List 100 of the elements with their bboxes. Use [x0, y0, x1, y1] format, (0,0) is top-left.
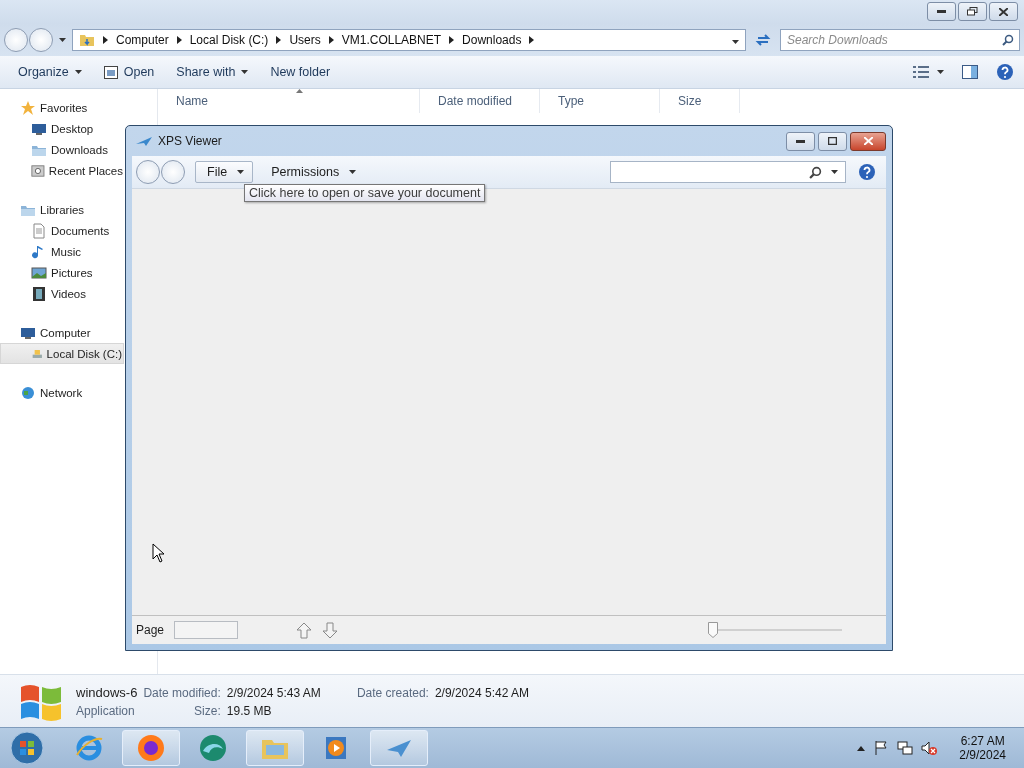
minimize-button[interactable] [786, 131, 815, 151]
chevron-icon [529, 36, 535, 44]
column-header[interactable]: Type [540, 89, 660, 113]
chevron-icon [276, 36, 282, 44]
view-list-icon[interactable] [913, 66, 929, 78]
search-icon [1002, 34, 1014, 46]
back-button[interactable] [136, 160, 160, 184]
ie-logo-icon[interactable] [74, 733, 104, 763]
caret-icon [74, 70, 82, 74]
search-icon [809, 166, 822, 179]
sidebar-item[interactable]: Music [0, 241, 83, 262]
breadcrumb-item[interactable]: Local Disk (C:) [189, 33, 269, 47]
minimize-button[interactable] [927, 2, 956, 21]
maximize-icon [828, 137, 837, 145]
picture-icon [31, 264, 47, 281]
file-name: windows-6 [76, 685, 138, 700]
firefox-logo-icon[interactable] [136, 733, 166, 763]
restore-button[interactable] [958, 2, 987, 21]
menu-button[interactable]: Permissions [259, 161, 366, 183]
windows-logo-icon [10, 731, 44, 765]
sidebar-item[interactable]: Videos [0, 283, 87, 304]
help-icon[interactable] [996, 63, 1014, 81]
arrow-up-icon[interactable] [296, 621, 313, 639]
column-header[interactable]: Size [660, 89, 740, 113]
sidebar-item[interactable]: Recent Places [0, 160, 124, 181]
search-field[interactable] [610, 161, 846, 183]
preview-pane-icon[interactable] [962, 65, 978, 79]
forward-button[interactable] [29, 28, 53, 52]
search-field[interactable]: Search Downloads [780, 29, 1020, 51]
menu-button[interactable]: File [195, 161, 254, 183]
close-button[interactable] [850, 131, 886, 151]
sidebar-group[interactable]: Network [0, 382, 84, 403]
view-caret-icon [937, 70, 944, 74]
sidebar-item[interactable]: Desktop [0, 118, 95, 139]
search-caret-icon[interactable] [831, 170, 838, 174]
close-button[interactable] [989, 2, 1018, 21]
field-label: Size: [193, 704, 221, 718]
globe-icon [20, 384, 36, 401]
field-value: 2/9/2024 5:43 AM [226, 686, 321, 700]
toolbar-button[interactable]: New folder [262, 62, 339, 82]
sidebar-item[interactable]: Local Disk (C:) [0, 343, 124, 364]
clock[interactable]: 6:27 AM 2/9/2024 [959, 734, 1006, 762]
window-icon [103, 65, 118, 79]
column-header[interactable]: Name [158, 89, 420, 113]
arrow-down-icon[interactable] [322, 621, 339, 639]
breadcrumb-item[interactable]: Users [289, 33, 321, 47]
folder-icon [79, 32, 95, 48]
mouse-pointer-icon [152, 543, 165, 563]
caret-icon [241, 70, 249, 74]
document-icon [31, 222, 47, 239]
tooltip: Click here to open or save your document [244, 184, 486, 202]
film-icon [31, 285, 47, 302]
file-type: Application [76, 704, 136, 718]
star-icon [20, 99, 36, 116]
speaker-muted-icon[interactable] [921, 740, 938, 756]
address-bar[interactable]: Computer Local Disk (C:) Users VM1.COLLABNET Downloads [72, 29, 746, 51]
field-label: Date modified: [143, 686, 221, 700]
flag-icon[interactable] [873, 740, 890, 756]
maximize-button[interactable] [818, 131, 847, 151]
sidebar-group[interactable]: Computer [0, 322, 92, 343]
page-field[interactable] [174, 621, 239, 639]
taskbar-app-button[interactable] [122, 730, 180, 766]
field-label: Date created: [356, 686, 429, 700]
sidebar-group[interactable]: Libraries [0, 199, 86, 220]
sidebar-group[interactable]: Favorites [0, 97, 89, 118]
slider-thumb[interactable] [708, 622, 718, 638]
toolbar-menu[interactable]: Organize [10, 62, 90, 82]
page-label: Page [136, 623, 165, 637]
toolbar-button[interactable]: Open [95, 62, 163, 82]
minimize-icon [937, 10, 946, 13]
breadcrumb-item[interactable]: Downloads [462, 33, 522, 47]
field-value: 2/9/2024 5:42 AM [434, 686, 529, 700]
caret-icon [349, 170, 357, 174]
field-value: 19.5 MB [226, 704, 273, 718]
tray-expand-icon[interactable] [857, 745, 866, 751]
taskbar-app-button[interactable] [370, 730, 428, 766]
help-icon[interactable] [858, 163, 876, 181]
sidebar-item[interactable]: Pictures [0, 262, 94, 283]
zoom-slider[interactable] [708, 621, 842, 639]
close-icon [863, 137, 873, 145]
chevron-icon [449, 36, 455, 44]
network-icon[interactable] [897, 740, 914, 756]
toolbar-menu[interactable]: Share with [168, 62, 257, 82]
paper-plane-icon [136, 136, 152, 146]
chevron-icon [103, 36, 108, 44]
window-title: XPS Viewer [158, 134, 222, 148]
forward-button[interactable] [161, 160, 185, 184]
close-icon [999, 7, 1008, 16]
column-header[interactable]: Date modified [420, 89, 540, 113]
history-caret-icon [59, 38, 66, 42]
sidebar-item[interactable]: Documents [0, 220, 111, 241]
caret-icon [237, 170, 245, 174]
dropdown-caret-icon [732, 40, 739, 44]
minimize-icon [796, 139, 805, 143]
back-button[interactable] [4, 28, 28, 52]
breadcrumb-item[interactable]: VM1.COLLABNET [341, 33, 442, 47]
breadcrumb-item[interactable]: Computer [116, 33, 169, 47]
chevron-icon [176, 36, 182, 44]
sidebar-item[interactable]: Downloads [0, 139, 109, 160]
wave-logo-icon[interactable] [198, 733, 228, 763]
